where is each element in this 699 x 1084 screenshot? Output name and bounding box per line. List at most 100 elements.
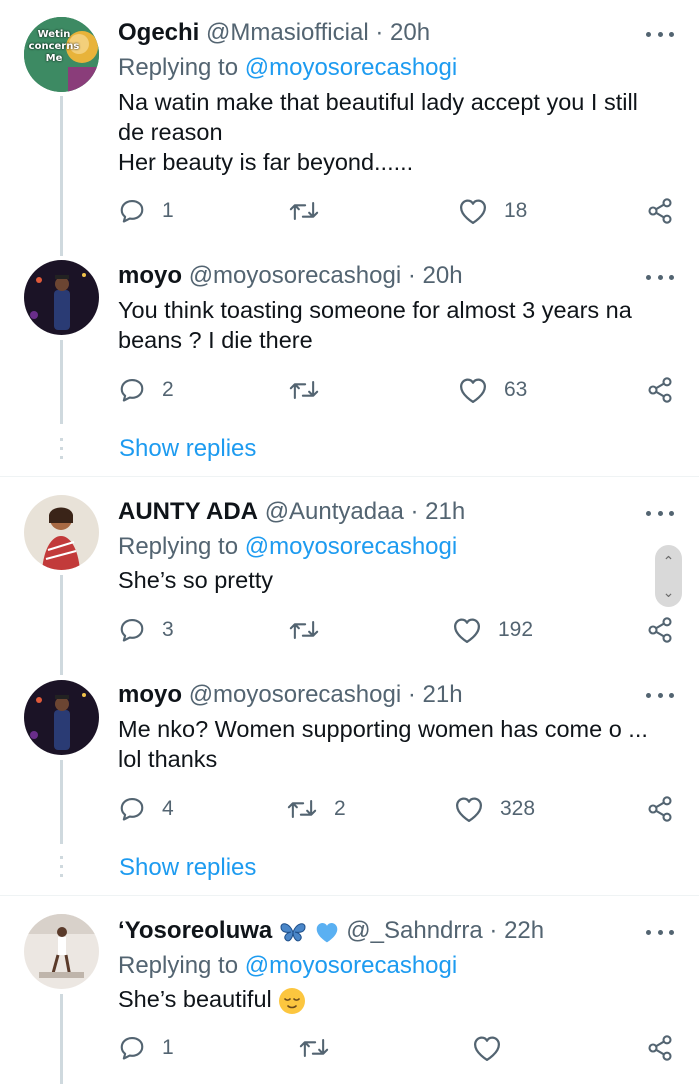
timestamp[interactable]: 21h (425, 498, 465, 525)
like-button[interactable]: 192 (452, 615, 533, 645)
reply-button[interactable]: 2 (118, 375, 174, 405)
scroll-down-icon[interactable]: ⌄ (663, 585, 675, 599)
tweet-text-line: Her beauty is far beyond...... (118, 149, 414, 175)
reply-icon (120, 619, 144, 642)
mention-link[interactable]: @moyosorecashogi (245, 54, 457, 81)
retweet-button[interactable] (288, 196, 336, 226)
mention-link[interactable]: @moyosorecashogi (245, 952, 457, 979)
show-replies-link[interactable]: Show replies (119, 853, 256, 883)
like-icon (460, 378, 486, 403)
like-count: 18 (504, 199, 528, 222)
share-button[interactable] (646, 375, 674, 405)
reply-button[interactable]: 1 (118, 196, 174, 226)
show-replies-link[interactable]: Show replies (119, 434, 256, 464)
timestamp[interactable]: 20h (390, 19, 430, 46)
user-handle[interactable]: @_Sahndrra (346, 917, 482, 944)
more-icon[interactable] (646, 920, 674, 944)
butterfly-icon (280, 922, 306, 942)
user-handle[interactable]: @Mmasiofficial (206, 19, 369, 46)
share-icon (648, 796, 672, 822)
tweet-text: She’s beautiful (118, 984, 678, 1015)
reply-icon (120, 798, 144, 821)
avatar-yosoreoluwa-image (24, 914, 99, 989)
share-icon (648, 377, 672, 403)
retweet-button[interactable]: 2 (286, 794, 346, 824)
avatar-aunty-ada[interactable] (24, 495, 99, 570)
retweet-button[interactable] (288, 375, 336, 405)
share-icon (648, 198, 672, 224)
reply-button[interactable]: 4 (118, 794, 174, 824)
thread-dots (60, 438, 63, 462)
tweet-moyo-2[interactable]: moyo @moyosorecashogi · 21h Me nko? Wome… (0, 673, 699, 895)
tweet-header: Ogechi @Mmasiofficial · 20h (118, 18, 430, 48)
scrollbar-handle[interactable]: ⌃ ⌄ (655, 545, 682, 607)
thread-dots (60, 856, 63, 880)
share-button[interactable] (646, 196, 674, 226)
user-handle[interactable]: @moyosorecashogi (189, 681, 401, 708)
tweet-text: You think toasting someone for almost 3 … (118, 295, 678, 355)
like-icon (474, 1036, 500, 1061)
thread-line (60, 575, 63, 675)
action-bar: 3 192 (118, 615, 678, 645)
tweet-header: ‘Yosoreoluwa @_Sahndrra · 22h (118, 916, 544, 946)
like-button[interactable] (472, 1033, 518, 1063)
retweet-icon (289, 380, 319, 400)
retweet-icon (299, 1038, 329, 1058)
like-button[interactable]: 328 (454, 794, 535, 824)
tweet-yosoreoluwa[interactable]: ‘Yosoreoluwa @_Sahndrra · 22h Replying t… (0, 896, 699, 1084)
thread-line (60, 96, 63, 256)
share-button[interactable] (646, 1033, 674, 1063)
tweet-text: Me nko? Women supporting women has come … (118, 714, 678, 774)
reply-icon (120, 379, 144, 402)
action-bar: 4 2 328 (118, 794, 678, 824)
avatar-yosoreoluwa[interactable] (24, 914, 99, 989)
tweet-text: Na watin make that beautiful lady accept… (118, 87, 678, 177)
action-bar: 1 (118, 1033, 678, 1063)
avatar-moyo[interactable] (24, 260, 99, 335)
display-name[interactable]: moyo (118, 262, 182, 289)
user-handle[interactable]: @moyosorecashogi (189, 262, 401, 289)
tweet-text-line: beans ? I die there (118, 327, 313, 353)
reply-button[interactable]: 3 (118, 615, 174, 645)
blue-heart-icon (316, 922, 337, 942)
display-name[interactable]: ‘Yosoreoluwa (118, 917, 272, 944)
user-handle[interactable]: @Auntyadaa (265, 498, 404, 525)
display-name[interactable]: AUNTY ADA (118, 498, 258, 525)
share-button[interactable] (646, 794, 674, 824)
avatar-aunty-ada-image (24, 495, 99, 570)
thread-line (60, 994, 63, 1084)
action-bar: 1 18 (118, 196, 678, 226)
display-name[interactable]: moyo (118, 681, 182, 708)
more-icon[interactable] (646, 22, 674, 46)
avatar-ogechi[interactable]: Wetin concerns Me (24, 17, 99, 92)
tweet-text-line: She’s beautiful (118, 986, 272, 1012)
tweet-header: AUNTY ADA @Auntyadaa · 21h (118, 497, 465, 527)
display-name[interactable]: Ogechi (118, 19, 199, 46)
like-button[interactable]: 63 (458, 375, 527, 405)
share-icon (648, 1035, 672, 1061)
action-bar: 2 63 (118, 375, 678, 405)
timestamp[interactable]: 20h (423, 262, 463, 289)
share-button[interactable] (646, 615, 674, 645)
retweet-icon (287, 799, 317, 819)
more-icon[interactable] (646, 683, 674, 707)
scroll-up-icon[interactable]: ⌃ (663, 554, 675, 568)
timestamp[interactable]: 22h (504, 917, 544, 944)
more-icon[interactable] (646, 501, 674, 525)
mention-link[interactable]: @moyosorecashogi (245, 533, 457, 560)
like-button[interactable]: 18 (458, 196, 527, 226)
timestamp[interactable]: 21h (423, 681, 463, 708)
reply-button[interactable]: 1 (118, 1033, 174, 1063)
tweet-aunty-ada[interactable]: AUNTY ADA @Auntyadaa · 21h Replying to @… (0, 477, 699, 675)
retweet-button[interactable] (298, 1033, 346, 1063)
replying-prefix: Replying to (118, 54, 245, 81)
tweet-ogechi[interactable]: Wetin concerns Me Ogechi @Mmasiofficial … (0, 0, 699, 256)
replying-to: Replying to @moyosorecashogi (118, 951, 457, 981)
retweet-button[interactable] (288, 615, 336, 645)
retweet-count: 2 (334, 797, 346, 820)
more-icon[interactable] (646, 265, 674, 289)
retweet-icon (289, 620, 319, 640)
tweet-moyo-1[interactable]: moyo @moyosorecashogi · 20h You think to… (0, 250, 699, 476)
tweet-header: moyo @moyosorecashogi · 21h (118, 680, 463, 710)
avatar-moyo[interactable] (24, 680, 99, 755)
